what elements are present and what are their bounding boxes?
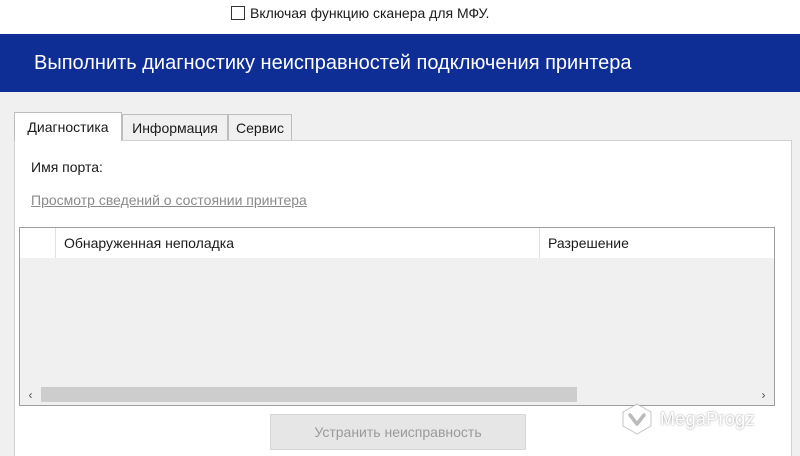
- page-title: Выполнить диагностику неисправностей под…: [34, 52, 632, 74]
- scroll-right-icon[interactable]: ›: [753, 384, 774, 405]
- header-banner: Выполнить диагностику неисправностей под…: [0, 34, 800, 92]
- tab-service[interactable]: Сервис: [228, 114, 292, 140]
- port-name-label: Имя порта:: [31, 159, 103, 175]
- fix-problem-button[interactable]: Устранить неисправность: [270, 414, 526, 450]
- printer-status-link[interactable]: Просмотр сведений о состоянии принтера: [31, 192, 307, 208]
- column-header-problem[interactable]: Обнаруженная неполадка: [56, 228, 540, 258]
- problems-list[interactable]: Обнаруженная неполадка Разрешение ‹ ›: [19, 227, 775, 406]
- tab-information[interactable]: Информация: [122, 114, 228, 140]
- scrollbar-thumb[interactable]: [41, 387, 577, 402]
- scanner-option-row: Включая функцию сканера для МФУ.: [0, 0, 800, 34]
- scanner-function-checkbox[interactable]: Включая функцию сканера для МФУ.: [231, 4, 489, 22]
- column-header-resolution[interactable]: Разрешение: [540, 228, 774, 258]
- watermark-text: MegaProgz: [660, 408, 755, 429]
- column-header-icon[interactable]: [20, 228, 56, 258]
- megaprogz-logo-icon: [622, 403, 652, 435]
- tab-label: Сервис: [236, 119, 284, 136]
- list-body[interactable]: [20, 258, 774, 384]
- printer-diagnostics-window: Включая функцию сканера для МФУ. Выполни…: [0, 0, 800, 456]
- scroll-left-icon[interactable]: ‹: [20, 384, 41, 405]
- list-header: Обнаруженная неполадка Разрешение: [20, 228, 774, 258]
- tab-label: Диагностика: [27, 119, 109, 135]
- watermark: MegaProgz: [620, 401, 755, 437]
- checkbox-box[interactable]: [231, 6, 245, 20]
- tab-diagnostics[interactable]: Диагностика: [14, 112, 122, 141]
- checkbox-label[interactable]: Включая функцию сканера для МФУ.: [250, 5, 489, 21]
- tab-label: Информация: [132, 119, 218, 136]
